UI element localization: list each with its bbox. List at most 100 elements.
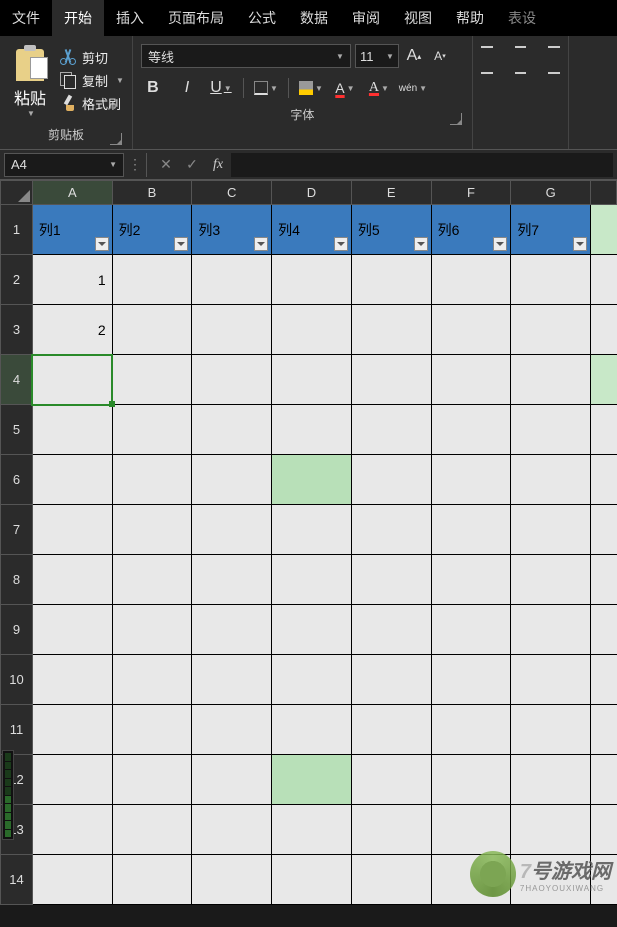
cell[interactable] bbox=[32, 755, 112, 805]
font-size-select[interactable]: 11 ▼ bbox=[355, 44, 399, 68]
cell[interactable] bbox=[351, 355, 431, 405]
align-left-button[interactable] bbox=[481, 68, 501, 84]
cell[interactable] bbox=[431, 655, 511, 705]
cell[interactable] bbox=[112, 655, 192, 705]
cell[interactable] bbox=[351, 805, 431, 855]
column-header[interactable]: B bbox=[112, 181, 192, 205]
cell[interactable] bbox=[32, 455, 112, 505]
filter-dropdown-icon[interactable] bbox=[254, 237, 268, 251]
font-family-select[interactable]: 等线 ▼ bbox=[141, 44, 351, 68]
filter-dropdown-icon[interactable] bbox=[95, 237, 109, 251]
name-box[interactable]: A4 ▼ bbox=[4, 153, 124, 177]
cell[interactable] bbox=[511, 455, 591, 505]
cell[interactable] bbox=[511, 505, 591, 555]
row-header[interactable]: 6 bbox=[1, 455, 33, 505]
row-header[interactable]: 3 bbox=[1, 305, 33, 355]
cell[interactable] bbox=[351, 855, 431, 905]
cell[interactable] bbox=[272, 805, 352, 855]
cell[interactable] bbox=[591, 555, 617, 605]
row-header[interactable]: 7 bbox=[1, 505, 33, 555]
cell[interactable] bbox=[272, 255, 352, 305]
tab-review[interactable]: 审阅 bbox=[340, 0, 392, 36]
filter-dropdown-icon[interactable] bbox=[493, 237, 507, 251]
filter-dropdown-icon[interactable] bbox=[414, 237, 428, 251]
fill-color-button[interactable]: ▼ bbox=[299, 76, 323, 100]
font-dialog-launcher[interactable] bbox=[450, 113, 462, 125]
cell[interactable] bbox=[431, 255, 511, 305]
cell[interactable] bbox=[351, 505, 431, 555]
row-header[interactable]: 14 bbox=[1, 855, 33, 905]
font-color-button[interactable]: A▼ bbox=[333, 76, 357, 100]
cell[interactable] bbox=[192, 705, 272, 755]
cell[interactable] bbox=[591, 755, 617, 805]
align-top-left-button[interactable] bbox=[481, 42, 501, 58]
formula-input[interactable] bbox=[231, 153, 613, 177]
cell[interactable] bbox=[272, 455, 352, 505]
clipboard-dialog-launcher[interactable] bbox=[110, 133, 122, 145]
cell[interactable] bbox=[511, 355, 591, 405]
cell[interactable] bbox=[272, 355, 352, 405]
cell[interactable] bbox=[112, 355, 192, 405]
align-top-right-button[interactable] bbox=[540, 42, 560, 58]
cell[interactable] bbox=[431, 605, 511, 655]
cell[interactable] bbox=[511, 305, 591, 355]
cell[interactable] bbox=[351, 705, 431, 755]
select-all-corner[interactable] bbox=[1, 181, 33, 205]
cell[interactable]: 列4 bbox=[272, 205, 352, 255]
cell[interactable] bbox=[192, 355, 272, 405]
grow-font-button[interactable]: A▴ bbox=[403, 45, 425, 67]
cell[interactable] bbox=[431, 755, 511, 805]
cell[interactable] bbox=[591, 805, 617, 855]
cell[interactable] bbox=[591, 655, 617, 705]
tab-formula[interactable]: 公式 bbox=[236, 0, 288, 36]
cell[interactable] bbox=[511, 405, 591, 455]
filter-dropdown-icon[interactable] bbox=[573, 237, 587, 251]
bold-button[interactable]: B bbox=[141, 76, 165, 100]
cell[interactable]: 列1 bbox=[32, 205, 112, 255]
cell[interactable] bbox=[112, 505, 192, 555]
cell[interactable] bbox=[112, 305, 192, 355]
align-right-button[interactable] bbox=[540, 68, 560, 84]
cell[interactable] bbox=[272, 855, 352, 905]
row-header[interactable]: 8 bbox=[1, 555, 33, 605]
cell[interactable] bbox=[272, 405, 352, 455]
phonetic-button[interactable]: wén▼ bbox=[401, 76, 425, 100]
cell[interactable] bbox=[591, 705, 617, 755]
column-header[interactable] bbox=[591, 181, 617, 205]
paste-button[interactable]: 粘贴 ▼ bbox=[8, 40, 52, 120]
cell[interactable] bbox=[272, 305, 352, 355]
row-header[interactable]: 5 bbox=[1, 405, 33, 455]
cell[interactable] bbox=[591, 405, 617, 455]
cell[interactable] bbox=[32, 555, 112, 605]
enter-button[interactable]: ✓ bbox=[179, 153, 205, 177]
cell[interactable] bbox=[112, 855, 192, 905]
tab-view[interactable]: 视图 bbox=[392, 0, 444, 36]
cell[interactable] bbox=[192, 805, 272, 855]
align-top-center-button[interactable] bbox=[511, 42, 531, 58]
row-header[interactable]: 2 bbox=[1, 255, 33, 305]
cell[interactable] bbox=[32, 505, 112, 555]
format-painter-button[interactable]: 格式刷 bbox=[60, 94, 124, 113]
cell[interactable] bbox=[511, 805, 591, 855]
column-header[interactable]: F bbox=[431, 181, 511, 205]
column-header[interactable]: D bbox=[272, 181, 352, 205]
cell[interactable] bbox=[591, 205, 617, 255]
cell[interactable] bbox=[192, 605, 272, 655]
cell[interactable] bbox=[112, 705, 192, 755]
column-header[interactable]: C bbox=[192, 181, 272, 205]
row-header[interactable]: 1 bbox=[1, 205, 33, 255]
cell[interactable] bbox=[192, 255, 272, 305]
cell[interactable] bbox=[272, 705, 352, 755]
cell[interactable] bbox=[431, 405, 511, 455]
cell[interactable] bbox=[511, 605, 591, 655]
cut-button[interactable]: 剪切 bbox=[60, 48, 124, 67]
tab-file[interactable]: 文件 bbox=[0, 0, 52, 36]
row-header[interactable]: 4 bbox=[1, 355, 33, 405]
cell[interactable] bbox=[431, 305, 511, 355]
drag-handle-icon[interactable]: ⋮ bbox=[128, 156, 140, 173]
tab-layout[interactable]: 页面布局 bbox=[156, 0, 236, 36]
cell[interactable] bbox=[32, 855, 112, 905]
cell[interactable] bbox=[112, 405, 192, 455]
cell[interactable] bbox=[272, 505, 352, 555]
column-header[interactable]: G bbox=[511, 181, 591, 205]
